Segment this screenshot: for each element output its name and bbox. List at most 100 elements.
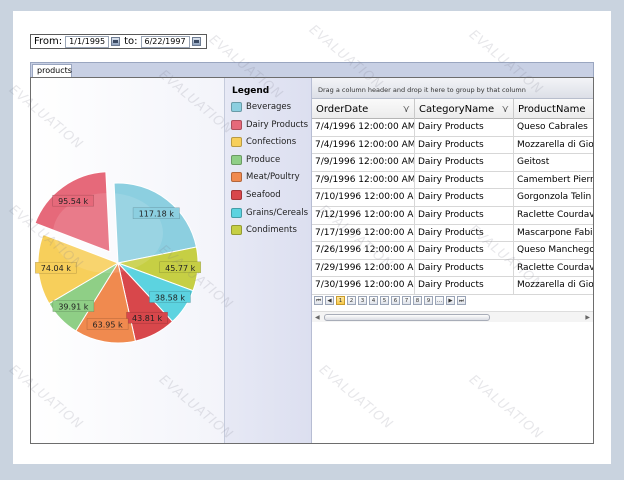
legend-item-seafood[interactable]: Seafood bbox=[231, 188, 281, 202]
first-page-icon[interactable]: ⏮ bbox=[314, 296, 323, 305]
from-label: From: bbox=[34, 36, 63, 47]
last-page-icon[interactable]: ⏭ bbox=[457, 296, 466, 305]
table-cell[interactable]: Raclette Courdav bbox=[514, 207, 593, 224]
table-row[interactable]: 7/30/1996 12:00:00 AM Dairy Products Mozza… bbox=[312, 277, 593, 295]
table-row[interactable]: 7/10/1996 12:00:00 AM Dairy Products Gorgo… bbox=[312, 189, 593, 207]
table-cell[interactable]: 7/26/1996 12:00:00 AM bbox=[312, 242, 415, 259]
legend-item-dairy-products[interactable]: Dairy Products bbox=[231, 118, 308, 132]
legend-swatch bbox=[231, 154, 242, 165]
grid-header: OrderDate ⋎ CategoryName ⋎ ProductName bbox=[312, 99, 593, 119]
table-cell[interactable]: 7/12/1996 12:00:00 AM bbox=[312, 206, 415, 224]
legend-item-beverages[interactable]: Beverages bbox=[231, 100, 291, 114]
table-cell[interactable]: 7/9/1996 12:00:00 AM bbox=[312, 154, 415, 171]
legend-swatch bbox=[231, 207, 242, 218]
page-button[interactable]: 9 bbox=[424, 296, 433, 305]
to-label: to: bbox=[124, 36, 138, 47]
table-row[interactable]: 7/29/1996 12:00:00 AM Dairy Products Racle… bbox=[312, 259, 593, 278]
date-filter-bar: From: 1/1/1995 to: 6/22/1997 bbox=[30, 34, 207, 49]
page-button[interactable]: 2 bbox=[347, 296, 356, 305]
to-date-input[interactable]: 6/22/1997 bbox=[140, 35, 190, 48]
window-frame-bottom bbox=[0, 464, 624, 480]
legend-item-condiments[interactable]: Condiments bbox=[231, 223, 297, 237]
table-cell[interactable]: Dairy Products bbox=[415, 119, 514, 136]
legend-item-confections[interactable]: Confections bbox=[231, 135, 296, 149]
table-cell[interactable]: 7/17/1996 12:00:00 AM bbox=[312, 224, 415, 242]
prev-page-icon[interactable]: ◀ bbox=[325, 296, 334, 305]
legend-item-meat-poultry[interactable]: Meat/Poultry bbox=[231, 170, 300, 184]
legend-item-grains-cereals[interactable]: Grains/Cereals bbox=[231, 206, 308, 220]
table-cell[interactable]: 7/10/1996 12:00:00 AM bbox=[312, 189, 415, 206]
legend-label: Produce bbox=[246, 154, 281, 165]
to-calendar-icon[interactable] bbox=[191, 37, 201, 46]
legend-label: Beverages bbox=[246, 102, 292, 112]
table-cell[interactable]: 7/30/1996 12:00:00 AM bbox=[312, 277, 415, 294]
window-frame-right bbox=[611, 0, 624, 480]
table-row[interactable]: 7/9/1996 12:00:00 AM Dairy Products Camemb… bbox=[312, 171, 593, 190]
table-cell[interactable]: Mozzarella di Gio bbox=[514, 277, 593, 294]
table-cell[interactable]: 7/9/1996 12:00:00 AM bbox=[312, 171, 415, 189]
data-label: 95.54 k bbox=[58, 197, 88, 206]
table-cell[interactable]: Mascarpone Fabi bbox=[514, 225, 593, 242]
page-button[interactable]: 4 bbox=[369, 296, 378, 305]
table-cell[interactable]: Mozzarella di Gio bbox=[514, 137, 593, 154]
table-cell[interactable]: Dairy Products bbox=[415, 154, 514, 171]
table-cell[interactable]: Dairy Products bbox=[415, 224, 514, 242]
page-button[interactable]: 6 bbox=[391, 296, 400, 305]
table-cell[interactable]: 7/29/1996 12:00:00 AM bbox=[312, 259, 415, 277]
table-row[interactable]: 7/17/1996 12:00:00 AM Dairy Products Masca… bbox=[312, 224, 593, 243]
column-header-productname[interactable]: ProductName bbox=[514, 99, 593, 119]
legend-label: Dairy Products bbox=[246, 119, 309, 130]
table-row[interactable]: 7/4/1996 12:00:00 AM Dairy Products Mozzar… bbox=[312, 136, 593, 155]
legend-swatch bbox=[231, 190, 242, 200]
tab-products[interactable]: products bbox=[32, 64, 72, 78]
filter-icon[interactable]: ⋎ bbox=[502, 104, 509, 115]
page-button[interactable]: 5 bbox=[380, 296, 389, 305]
column-header-orderdate[interactable]: OrderDate ⋎ bbox=[312, 99, 415, 119]
legend-label: Grains/Cereals bbox=[246, 207, 309, 218]
page-button[interactable]: 3 bbox=[358, 296, 367, 305]
table-row[interactable]: 7/12/1996 12:00:00 AM Dairy Products Racle… bbox=[312, 206, 593, 225]
table-cell[interactable]: Dairy Products bbox=[415, 259, 514, 277]
page-button[interactable]: 7 bbox=[402, 296, 411, 305]
table-cell[interactable]: Dairy Products bbox=[415, 277, 514, 294]
table-cell[interactable]: Queso Cabrales bbox=[514, 119, 593, 136]
column-header-categoryname[interactable]: CategoryName ⋎ bbox=[415, 99, 514, 119]
table-row[interactable]: 7/26/1996 12:00:00 AM Dairy Products Queso… bbox=[312, 242, 593, 260]
table-cell[interactable]: Geitost bbox=[514, 154, 593, 171]
data-label: 117.18 k bbox=[139, 210, 175, 219]
legend-item-produce[interactable]: Produce bbox=[231, 153, 280, 167]
from-calendar-icon[interactable] bbox=[111, 37, 121, 46]
table-cell[interactable]: 7/4/1996 12:00:00 AM bbox=[312, 119, 415, 136]
from-date-input[interactable]: 1/1/1995 bbox=[65, 35, 110, 48]
table-row[interactable]: 7/4/1996 12:00:00 AM Dairy Products Queso … bbox=[312, 119, 593, 137]
page-button[interactable]: ... bbox=[435, 296, 444, 305]
table-cell[interactable]: Dairy Products bbox=[415, 171, 514, 189]
page-button[interactable]: 1 bbox=[336, 296, 345, 305]
table-cell[interactable]: Raclette Courdav bbox=[514, 260, 593, 277]
table-cell[interactable]: Dairy Products bbox=[415, 136, 514, 154]
table-row[interactable]: 7/9/1996 12:00:00 AM Dairy Products Geitos… bbox=[312, 154, 593, 172]
table-cell[interactable]: Dairy Products bbox=[415, 206, 514, 224]
page-button[interactable]: 8 bbox=[413, 296, 422, 305]
legend-swatch bbox=[231, 225, 242, 236]
column-header-label: OrderDate bbox=[316, 103, 369, 115]
legend-label: Seafood bbox=[246, 190, 281, 200]
table-cell[interactable]: Camembert Pierr bbox=[514, 172, 593, 189]
scroll-right-icon[interactable]: ▶ bbox=[585, 314, 590, 321]
table-cell[interactable]: Dairy Products bbox=[415, 242, 514, 259]
legend-swatch bbox=[231, 137, 242, 148]
next-page-icon[interactable]: ▶ bbox=[446, 296, 455, 305]
scroll-left-icon[interactable]: ◀ bbox=[315, 314, 320, 321]
pie-chart[interactable]: 117.18 k 45.77 k 38.58 k 43.81 k 63.95 k 39.9… bbox=[31, 78, 225, 443]
legend-label: Confections bbox=[246, 137, 297, 148]
group-panel[interactable]: Drag a column header and drop it here to… bbox=[312, 78, 593, 99]
table-cell[interactable]: Dairy Products bbox=[415, 189, 514, 206]
table-cell[interactable]: Queso Manchego bbox=[514, 242, 593, 259]
scrollbar-thumb[interactable] bbox=[324, 314, 490, 321]
horizontal-scrollbar[interactable]: ◀ ▶ bbox=[312, 311, 593, 322]
window-frame-left bbox=[0, 0, 13, 480]
filter-icon[interactable]: ⋎ bbox=[403, 104, 410, 115]
table-cell[interactable]: Gorgonzola Telin bbox=[514, 189, 593, 206]
legend-title: Legend bbox=[232, 86, 270, 96]
table-cell[interactable]: 7/4/1996 12:00:00 AM bbox=[312, 136, 415, 154]
